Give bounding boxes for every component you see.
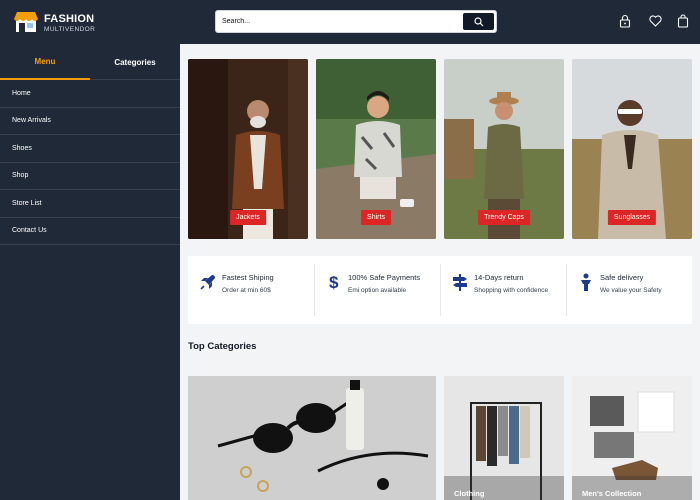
brand-title: FASHION bbox=[44, 13, 95, 25]
brand-subtitle: MULTIVENDOR bbox=[44, 26, 96, 33]
category-image-clothing bbox=[444, 376, 564, 500]
lock-icon[interactable] bbox=[618, 13, 632, 29]
sidebar-item-shoes[interactable]: Shoes bbox=[0, 135, 180, 163]
search-button[interactable] bbox=[463, 13, 494, 30]
feature-returns: 14-Days return Shopping with confidence bbox=[440, 266, 566, 314]
feature-subtitle: Shopping with confidence bbox=[474, 287, 549, 294]
features-bar: Fastest Shiping Order at min 60$ $ 100% … bbox=[188, 256, 692, 324]
banner-label-trendy-caps[interactable]: Trendy Caps bbox=[478, 210, 530, 225]
search-bar bbox=[215, 10, 497, 33]
tab-categories[interactable]: Categories bbox=[90, 44, 180, 80]
banner-label-sunglasses[interactable]: Sunglasses bbox=[607, 210, 657, 225]
feature-fast-shipping: Fastest Shiping Order at min 60$ bbox=[188, 266, 314, 314]
category-image-accessories bbox=[188, 376, 436, 500]
sidebar-item-home[interactable]: Home bbox=[0, 80, 180, 108]
store-icon[interactable] bbox=[13, 10, 39, 34]
feature-subtitle: Emi option available bbox=[348, 287, 407, 294]
banner-card-shirts[interactable]: Shirts bbox=[316, 59, 436, 239]
banner-card-trendy-caps[interactable]: Trendy Caps bbox=[444, 59, 564, 239]
tab-menu[interactable]: Menu bbox=[0, 44, 90, 80]
sidebar-item-contact-us[interactable]: Contact Us bbox=[0, 218, 180, 245]
feature-title: 14-Days return bbox=[474, 273, 524, 282]
feature-safe-delivery: Safe delivery We value your Safety bbox=[566, 266, 692, 314]
feature-safe-payments: $ 100% Safe Payments Emi option availabl… bbox=[314, 266, 440, 314]
category-image-mens-collection bbox=[572, 376, 692, 500]
feature-title: Fastest Shiping bbox=[222, 273, 274, 282]
top-header: FASHION MULTIVENDOR bbox=[0, 0, 700, 44]
brand-logo[interactable]: FASHION MULTIVENDOR bbox=[44, 14, 95, 34]
top-categories-title: Top Categories bbox=[188, 341, 257, 352]
person-icon bbox=[581, 273, 591, 291]
sidebar-item-shop[interactable]: Shop bbox=[0, 163, 180, 190]
feature-title: Safe delivery bbox=[600, 273, 644, 282]
category-tile-clothing[interactable]: Clothing bbox=[444, 376, 564, 500]
banner-label-shirts[interactable]: Shirts bbox=[361, 210, 391, 225]
rocket-icon bbox=[200, 275, 215, 290]
sidebar-item-new-arrivals[interactable]: New Arrivals bbox=[0, 108, 180, 135]
svg-text:$: $ bbox=[329, 273, 339, 292]
sidebar-tabs: Menu Categories bbox=[0, 44, 180, 80]
banner-label-jackets[interactable]: Jackets bbox=[230, 210, 266, 225]
sidebar: Menu Categories Home New Arrivals Shoes … bbox=[0, 44, 180, 500]
feature-title: 100% Safe Payments bbox=[348, 273, 421, 282]
signpost-icon bbox=[453, 274, 467, 291]
dollar-icon: $ bbox=[329, 273, 339, 292]
category-label-clothing: Clothing bbox=[454, 489, 485, 498]
feature-subtitle: We value your Safety bbox=[600, 287, 662, 294]
search-input[interactable] bbox=[222, 14, 460, 29]
heart-icon[interactable] bbox=[648, 13, 662, 29]
sidebar-item-store-list[interactable]: Store List bbox=[0, 190, 180, 218]
feature-subtitle: Order at min 60$ bbox=[222, 287, 271, 294]
main-content: Jackets Shirts Trendy Caps Sunglasses Fa… bbox=[180, 44, 700, 500]
category-tile-mens-collection[interactable]: Men's Collection bbox=[572, 376, 692, 500]
banner-card-jackets[interactable]: Jackets bbox=[188, 59, 308, 239]
search-icon bbox=[473, 16, 483, 26]
cart-icon[interactable] bbox=[676, 13, 690, 29]
banner-card-sunglasses[interactable]: Sunglasses bbox=[572, 59, 692, 239]
category-label-mens-collection: Men's Collection bbox=[582, 489, 642, 498]
category-tile-accessories[interactable] bbox=[188, 376, 436, 500]
